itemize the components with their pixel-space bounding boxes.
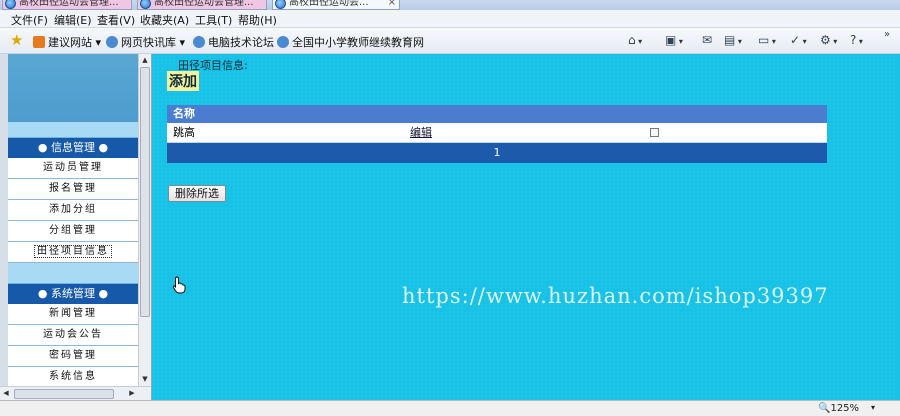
sidebar-item-label: 添加分组 [49,204,97,215]
fav-label: 网页快讯库 ▾ [121,36,186,49]
zoom-level[interactable]: 🔍125% [818,403,859,414]
sidebar-item-password-management[interactable]: 密码管理 [8,346,138,367]
fav-pc-forum[interactable]: 电脑技术论坛 [193,34,274,50]
sidebar-horizontal-scrollbar[interactable]: ◀ ▶ [0,386,151,400]
chevron-down-icon[interactable]: ▾ [871,403,875,412]
sidebar-divider [8,122,138,138]
sidebar-item-label: 运动会公告 [43,329,103,340]
menu-help[interactable]: 帮助(H) [238,12,277,28]
sidebar-item-label: 系统信息 [49,371,97,382]
browser-tab-1[interactable]: 高校田径运动会管理... [2,0,132,10]
sidebar-banner [8,54,138,122]
events-table: 名称 跳高 编辑 1 [167,105,827,163]
scroll-left-icon[interactable]: ◀ [0,387,12,400]
fav-suggested-sites[interactable]: 建议网站 ▾ [33,34,101,50]
ie-page-icon [193,36,205,48]
sidebar-item-label: 运动员管理 [43,162,103,173]
help-icon[interactable]: ? ▾ [850,33,863,48]
scrollbar-thumb[interactable] [140,67,150,317]
chevron-double-right-icon[interactable]: » [884,29,890,44]
table-row: 跳高 编辑 [167,123,827,143]
section-system-management[interactable]: ● 系统管理 ● [8,284,138,304]
fav-label: 全国中小学教师继续教育网 [292,36,424,49]
main-content-frame: 田径项目信息: 添加 名称 跳高 编辑 1 删除所选 https://www.h… [152,54,900,400]
suggested-sites-icon [33,36,45,48]
ie-icon [5,0,16,9]
scroll-down-icon[interactable]: ▼ [139,373,151,385]
menu-tools[interactable]: 工具(T) [195,12,232,28]
ie-page-icon [277,36,289,48]
print-icon[interactable]: ▤ ▾ [724,33,742,48]
sidebar-divider [8,263,138,284]
sidebar-item-registration-management[interactable]: 报名管理 [8,179,138,200]
web-slice-icon [106,36,118,48]
close-tab-icon[interactable]: × [388,0,396,9]
sidebar-frame: ● 信息管理 ● 运动员管理 报名管理 添加分组 分组管理 田径项目信息 ● 系… [0,54,152,400]
sidebar-item-label: 田径项目信息 [34,245,112,258]
delete-selected-button[interactable]: 删除所选 [168,185,226,202]
fav-teacher-education[interactable]: 全国中小学教师继续教育网 [277,34,424,50]
section-info-management[interactable]: ● 信息管理 ● [8,138,138,158]
sidebar-vertical-scrollbar[interactable]: ▲ ▼ [138,54,151,386]
sidebar-item-news-management[interactable]: 新闻管理 [8,304,138,325]
table-header-name: 名称 [167,105,827,123]
tab-title: 高校田径运动会管理... [154,0,254,8]
sidebar-item-label: 分组管理 [49,225,97,236]
browser-tab-2[interactable]: 高校田径运动会管理... [137,0,267,10]
page-number-link[interactable]: 1 [494,146,501,159]
scrollbar-thumb[interactable] [14,389,114,399]
sidebar-menu: ● 信息管理 ● 运动员管理 报名管理 添加分组 分组管理 田径项目信息 ● 系… [8,54,138,400]
sidebar-item-system-info[interactable]: 系统信息 [8,367,138,388]
add-link[interactable]: 添加 [167,71,199,91]
watermark-text: https://www.huzhan.com/ishop39397 [402,284,829,308]
tools-gear-icon[interactable]: ⚙ ▾ [820,33,837,48]
menu-bar: 文件(F) 编辑(E) 查看(V) 收藏夹(A) 工具(T) 帮助(H) [0,10,900,28]
favorites-star-icon[interactable]: ★ [10,31,23,49]
status-bar: 🔍125% ▾ [0,400,900,416]
page-menu-icon[interactable]: ▭ ▾ [758,33,776,48]
scroll-up-icon[interactable]: ▲ [139,54,151,66]
sidebar-item-track-field-events[interactable]: 田径项目信息 [8,242,138,263]
event-name-cell: 跳高 [173,126,195,139]
ie-icon [275,0,286,9]
ie-icon [140,0,151,9]
tab-strip: 高校田径运动会管理... 高校田径运动会管理... 高校田径运动会... × [0,0,900,10]
sidebar-item-label: 报名管理 [49,183,97,194]
sidebar-item-label: 新闻管理 [49,308,97,319]
fav-web-slice[interactable]: 网页快讯库 ▾ [106,34,185,50]
home-icon[interactable]: ⌂ ▾ [628,33,642,48]
menu-file[interactable]: 文件(F) [11,12,48,28]
read-mail-icon[interactable]: ✉ [702,33,712,48]
fav-label: 电脑技术论坛 [208,36,274,49]
fav-label: 建议网站 ▾ [48,36,102,49]
sidebar-item-athlete-management[interactable]: 运动员管理 [8,158,138,179]
scroll-right-icon[interactable]: ▶ [126,387,138,400]
browser-tab-3[interactable]: 高校田径运动会... × [272,0,400,10]
menu-favorites[interactable]: 收藏夹(A) [140,12,189,28]
rss-feed-icon[interactable]: ▣ ▾ [665,33,683,48]
favorites-bar: ★ 建议网站 ▾ 网页快讯库 ▾ 电脑技术论坛 全国中小学教师继续教育网 ⌂ ▾… [0,28,900,54]
tab-title: 高校田径运动会管理... [19,0,119,8]
row-select-checkbox[interactable] [650,128,659,137]
edit-link[interactable]: 编辑 [410,123,432,143]
menu-edit[interactable]: 编辑(E) [54,12,92,28]
tab-title: 高校田径运动会... [289,0,369,8]
sidebar-item-group-management[interactable]: 分组管理 [8,221,138,242]
sidebar-item-add-group[interactable]: 添加分组 [8,200,138,221]
pagination: 1 [167,143,827,163]
safety-icon[interactable]: ✓ ▾ [790,33,807,48]
sidebar-item-meet-announcement[interactable]: 运动会公告 [8,325,138,346]
sidebar-item-label: 密码管理 [49,350,97,361]
hand-cursor-icon [172,276,186,294]
menu-view[interactable]: 查看(V) [97,12,135,28]
